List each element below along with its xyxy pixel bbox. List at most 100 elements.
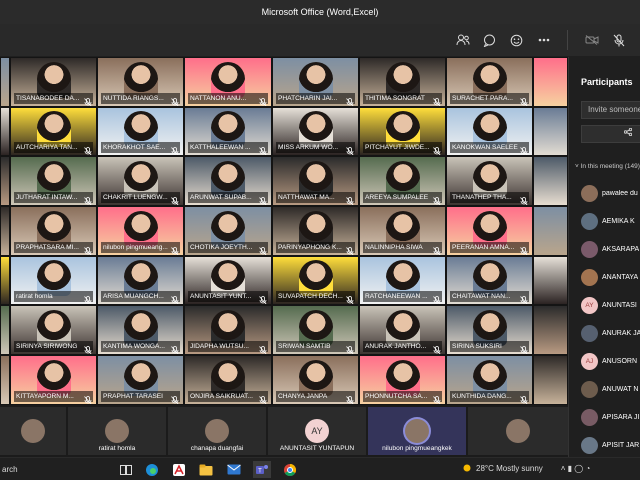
video-tile[interactable]: nilubon pingmueang... <box>97 206 184 256</box>
video-tile[interactable]: PARINYAPHONG K... <box>272 206 359 256</box>
participant-row[interactable]: ANUWAT N <box>581 375 640 403</box>
video-tile[interactable]: KANTIMA WONGA... <box>97 305 184 356</box>
video-tile[interactable] <box>533 156 568 207</box>
video-tile[interactable]: SIRINYA SIRIWONG <box>10 305 97 356</box>
file-explorer-icon[interactable] <box>197 461 215 478</box>
avatar <box>205 419 229 443</box>
participant-name-label: ARISA MUANGCH... <box>101 291 180 303</box>
video-tile[interactable] <box>0 206 10 256</box>
taskbar-search[interactable]: arch <box>0 461 100 478</box>
participant-row[interactable]: AKSARAPA <box>581 235 640 263</box>
bottom-video-tile[interactable] <box>468 407 568 455</box>
bottom-video-tile[interactable]: ratirat homla <box>68 407 166 455</box>
participant-row[interactable]: AJ ANUSORN <box>581 347 640 375</box>
bottom-video-tile[interactable]: nilubon pingmueangkek <box>368 407 466 455</box>
weather-widget[interactable]: 28°C Mostly sunny ˄ ▮ ◯ ◔ <box>462 463 590 473</box>
bottom-video-tile[interactable]: chanapa duangfai <box>168 407 266 455</box>
video-tile[interactable]: AREEYA SUMPALEE <box>359 156 446 207</box>
bottom-video-tile[interactable] <box>0 407 66 455</box>
video-tile[interactable]: JUTHARAT INTAW... <box>10 156 97 207</box>
video-tile[interactable] <box>533 106 568 157</box>
video-tile[interactable]: JIDAPHA WUTSU... <box>184 305 272 356</box>
video-tile[interactable]: NATTHAWAT MA... <box>272 156 359 207</box>
video-tile[interactable] <box>0 355 10 405</box>
video-tile[interactable]: ratirat homla <box>10 255 97 306</box>
mic-off-icon[interactable] <box>605 29 632 51</box>
video-tile[interactable]: KITTAYAPORN M... <box>10 355 97 405</box>
video-tile[interactable] <box>0 156 10 207</box>
edge-icon[interactable] <box>143 461 161 478</box>
video-tile[interactable]: MISS ARKUM WO... <box>272 106 359 157</box>
video-tile[interactable]: PHATCHARIN JAI... <box>272 57 359 107</box>
video-tile[interactable] <box>0 255 10 306</box>
participant-row[interactable]: ANANTAYA <box>581 263 640 291</box>
task-view-icon[interactable] <box>117 461 135 478</box>
video-tile[interactable]: ANUNTASIT YUNT... <box>184 255 272 306</box>
video-tile[interactable]: ONJIRA SAIKRUAT... <box>184 355 272 405</box>
participant-row-name: ANUWAT N <box>602 385 639 393</box>
video-tile[interactable]: SUVAPATCH DECH... <box>272 255 359 306</box>
video-tile[interactable]: ARISA MUANGCH... <box>97 255 184 306</box>
participant-row[interactable]: ANURAK JA <box>581 319 640 347</box>
video-tile[interactable]: AUTCHARIYA TAN... <box>10 106 97 157</box>
video-tile[interactable]: CHANYA JANPA <box>272 355 359 405</box>
camera-off-icon[interactable] <box>578 29 605 51</box>
video-tile[interactable]: TISANABODEE DA... <box>10 57 97 107</box>
acrobat-icon[interactable] <box>170 461 188 478</box>
video-tile[interactable]: THANATHEP THA... <box>446 156 533 207</box>
video-tile[interactable]: ANURAK JANTHO... <box>359 305 446 356</box>
video-tile[interactable] <box>0 305 10 356</box>
video-tile[interactable]: NATTANON ANU... <box>184 57 272 107</box>
video-tile[interactable] <box>0 57 10 107</box>
more-icon[interactable] <box>530 29 557 51</box>
people-icon[interactable] <box>449 29 476 51</box>
video-tile[interactable]: SIRINA SUKSIRI <box>446 305 533 356</box>
participant-name-label: NALINNIPHA SIWA <box>363 241 442 253</box>
video-tile[interactable] <box>533 355 568 405</box>
participant-row[interactable]: AY ANUNTASI <box>581 291 640 319</box>
video-grid: TISANABODEE DA... NUTTIDA RIANGS... NATTAN… <box>0 57 568 405</box>
participant-row[interactable]: APISIT JAR <box>581 431 640 459</box>
video-tile[interactable] <box>533 206 568 256</box>
video-tile[interactable]: KUNTHIDA DANG... <box>446 355 533 405</box>
bottom-video-tile[interactable]: AY ANUNTASIT YUNTAPUN <box>268 407 366 455</box>
invite-input[interactable]: Invite someone <box>581 101 640 119</box>
video-tile[interactable]: CHOTIKA JOEYTH... <box>184 206 272 256</box>
participant-name-label: CHAITAWAT NAN... <box>450 291 529 303</box>
video-tile[interactable] <box>533 305 568 356</box>
participant-row[interactable]: pawalee du <box>581 179 640 207</box>
video-tile[interactable]: PRAPHATSARA MI... <box>10 206 97 256</box>
video-tile[interactable]: THITIMA SONGRAT <box>359 57 446 107</box>
video-tile[interactable]: SURACHET PARA... <box>446 57 533 107</box>
teams-icon[interactable]: T <box>253 461 271 478</box>
participant-name-label: NATTHAWAT MA... <box>276 192 355 204</box>
in-meeting-section[interactable]: ˅ In this meeting (149) <box>575 163 640 170</box>
reactions-icon[interactable] <box>503 29 530 51</box>
video-tile[interactable] <box>533 255 568 306</box>
video-tile[interactable]: SRIWAN SAMTIB <box>272 305 359 356</box>
video-tile[interactable]: NALINNIPHA SIWA <box>359 206 446 256</box>
share-invite-button[interactable] <box>581 125 640 143</box>
video-tile[interactable]: CHAITAWAT NAN... <box>446 255 533 306</box>
chat-icon[interactable] <box>476 29 503 51</box>
participant-row[interactable]: APISARA JI <box>581 403 640 431</box>
tray-icons[interactable]: ˄ ▮ ◯ ◔ <box>561 464 591 473</box>
participant-name-label: MISS ARKUM WO... <box>276 142 355 154</box>
participant-row[interactable]: AEMIKA K <box>581 207 640 235</box>
video-tile[interactable]: NUTTIDA RIANGS... <box>97 57 184 107</box>
video-tile[interactable]: PRAPHAT TARASEI <box>97 355 184 405</box>
video-tile[interactable]: KATTHALEEWAN ... <box>184 106 272 157</box>
video-tile[interactable]: KANOKWAN SAELEE <box>446 106 533 157</box>
participant-name-label: ANURAK JANTHO... <box>363 341 442 353</box>
video-tile[interactable]: RATCHANEEWAN ... <box>359 255 446 306</box>
video-tile[interactable]: PHONNUTCHA SA... <box>359 355 446 405</box>
video-tile[interactable]: KHORAKHOT SAE... <box>97 106 184 157</box>
video-tile[interactable] <box>533 57 568 107</box>
chrome-icon[interactable] <box>281 461 299 478</box>
video-tile[interactable]: CHAKRIT LUENGW... <box>97 156 184 207</box>
video-tile[interactable]: ARUNWAT SUPAB... <box>184 156 272 207</box>
video-tile[interactable] <box>0 106 10 157</box>
mail-icon[interactable] <box>225 461 243 478</box>
video-tile[interactable]: PITCHAYUT JIWDE... <box>359 106 446 157</box>
video-tile[interactable]: PEERANAN AMNA... <box>446 206 533 256</box>
